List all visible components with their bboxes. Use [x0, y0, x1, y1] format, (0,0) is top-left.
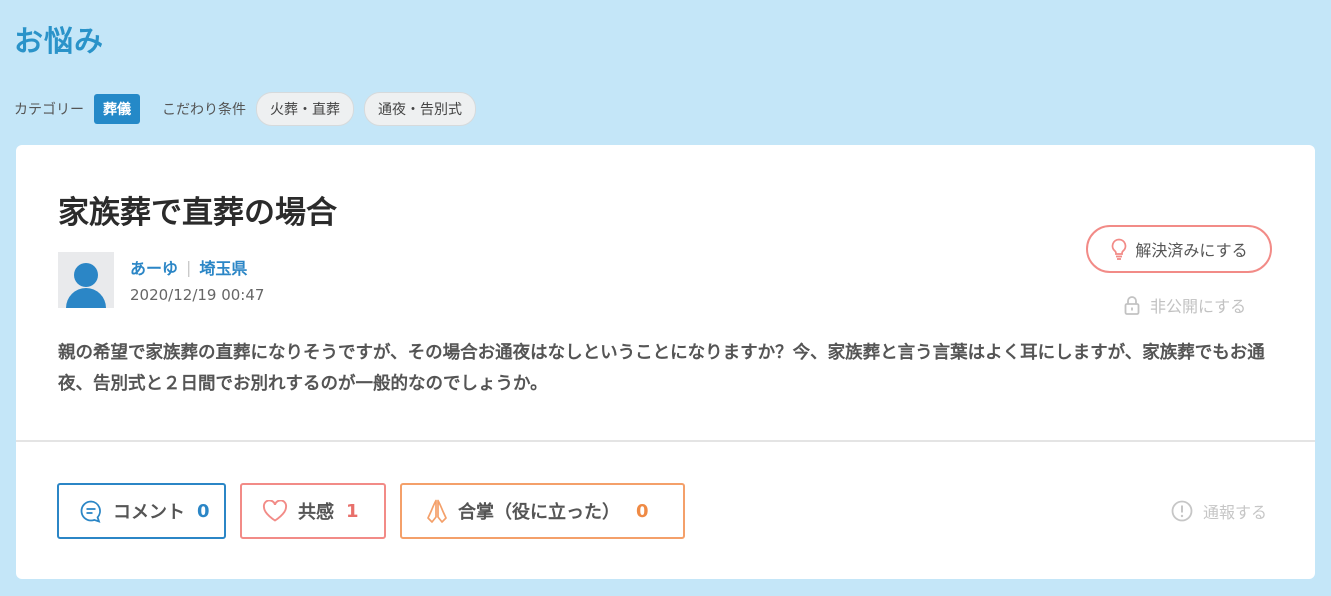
avatar-body-shape	[66, 288, 106, 308]
author-location: 埼玉県	[199, 259, 248, 278]
comment-count: 0	[197, 500, 210, 522]
comment-button[interactable]: コメント 0	[57, 483, 226, 539]
report-label: 通報する	[1203, 503, 1268, 522]
resolve-label: 解決済みにする	[1135, 241, 1248, 260]
comment-icon	[80, 500, 101, 523]
category-badge[interactable]: 葬儀	[94, 94, 140, 124]
author-info: あーゆ | 埼玉県	[130, 255, 247, 279]
thanks-count: 0	[636, 500, 649, 522]
conditions-label: こだわり条件	[162, 102, 246, 118]
comment-label: コメント	[113, 502, 185, 523]
thanks-label: 合掌（役に立った）	[458, 502, 620, 523]
post-card: 家族葬で直葬の場合 あーゆ | 埼玉県 2020/12/19 00:47 解決済…	[16, 145, 1315, 579]
tag-cremation[interactable]: 火葬・直葬	[256, 92, 354, 126]
tag-wake-funeral[interactable]: 通夜・告別式	[364, 92, 476, 126]
lightbulb-icon	[1112, 238, 1127, 260]
category-label: カテゴリー	[14, 102, 84, 118]
empathy-button[interactable]: 共感 1	[240, 483, 386, 539]
reaction-bar: コメント 0 共感 1 合掌（役に立った） 0	[57, 483, 699, 539]
private-label: 非公開にする	[1150, 297, 1247, 316]
lock-icon	[1124, 296, 1140, 315]
post-date: 2020/12/19 00:47	[130, 286, 265, 304]
thanks-button[interactable]: 合掌（役に立った） 0	[400, 483, 685, 539]
filter-bar: カテゴリー 葬儀 こだわり条件 火葬・直葬 通夜・告別式	[14, 92, 486, 126]
private-button[interactable]: 非公開にする	[1124, 293, 1246, 317]
empathy-label: 共感	[298, 502, 334, 523]
heart-icon	[262, 500, 288, 522]
avatar-head-shape	[74, 263, 98, 287]
divider	[16, 440, 1315, 442]
resolve-button[interactable]: 解決済みにする	[1086, 225, 1272, 273]
author-name[interactable]: あーゆ	[130, 255, 178, 279]
avatar[interactable]	[58, 252, 114, 308]
praying-hands-icon	[427, 499, 447, 523]
report-button[interactable]: 通報する	[1171, 499, 1267, 523]
post-title: 家族葬で直葬の場合	[58, 195, 337, 231]
alert-circle-icon	[1171, 500, 1193, 522]
page-title: お悩み	[14, 24, 105, 58]
post-body: 親の希望で家族葬の直葬になりそうですが、その場合お通夜はなしということになります…	[58, 343, 1265, 394]
author-separator: |	[186, 257, 192, 277]
empathy-count: 1	[346, 500, 359, 522]
